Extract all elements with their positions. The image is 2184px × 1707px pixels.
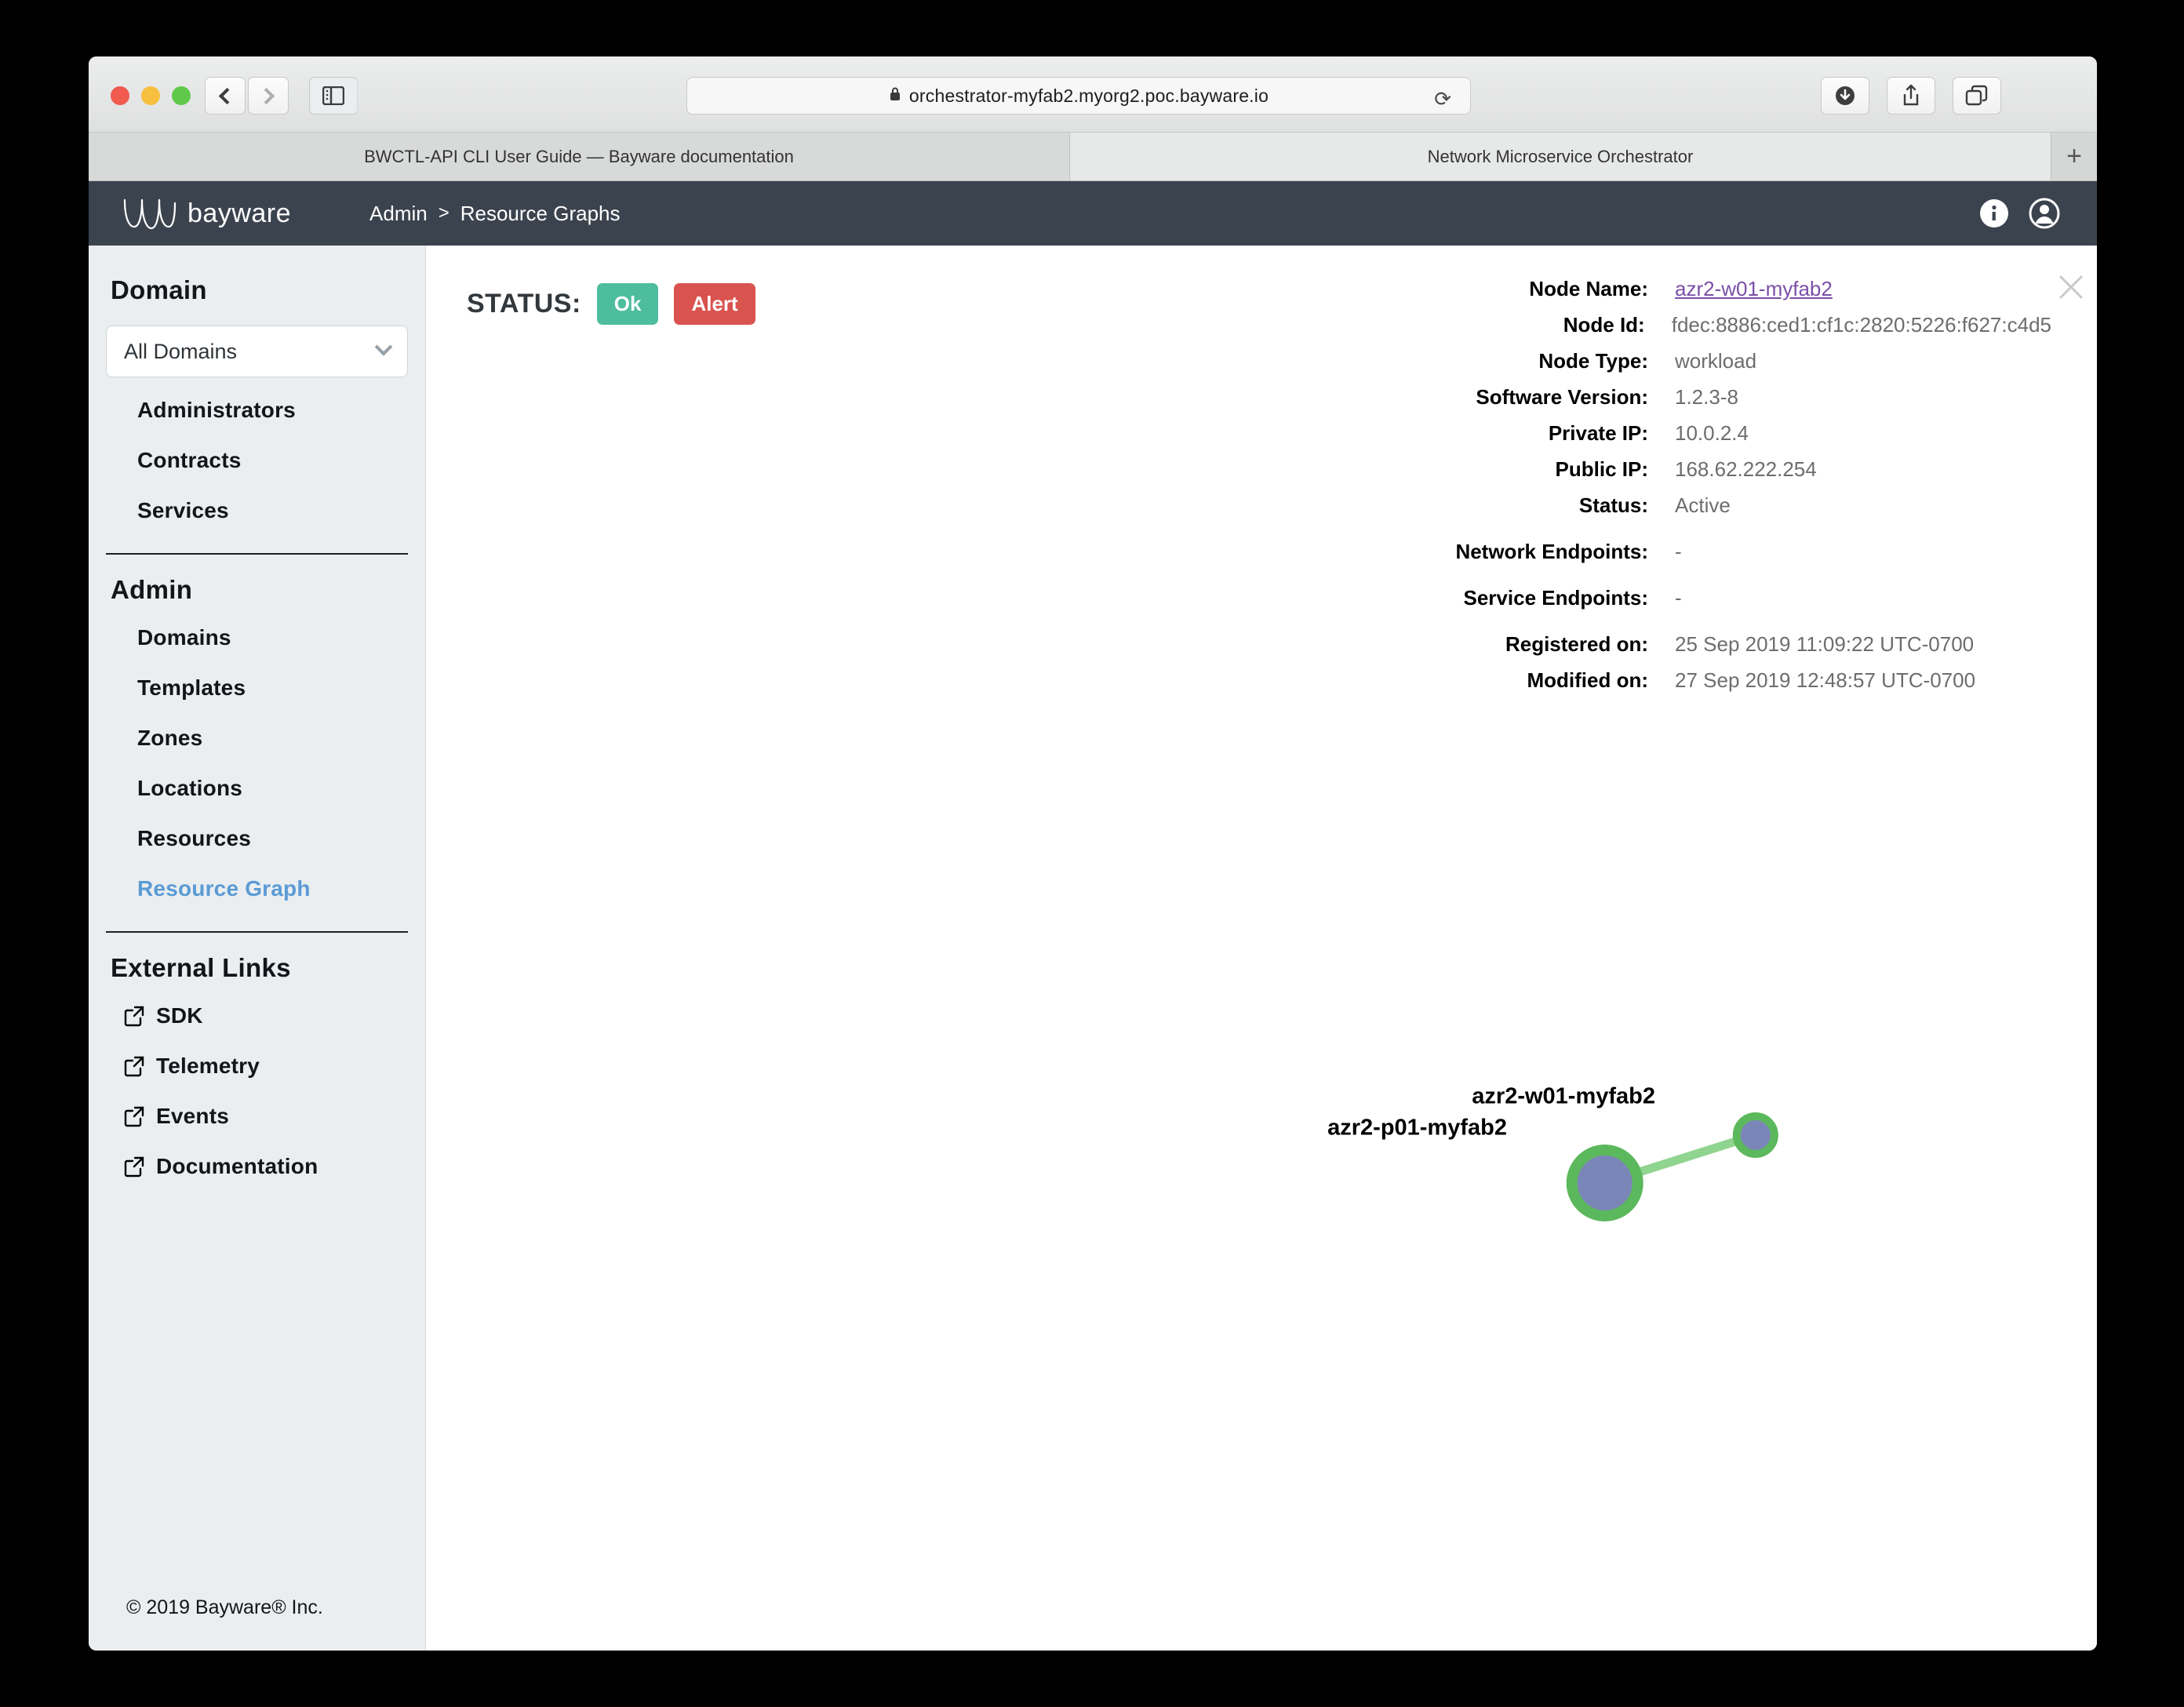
brand-logo[interactable]: bayware — [122, 195, 291, 231]
tab-title: Network Microservice Orchestrator — [1427, 146, 1694, 166]
sidebar-heading-external-links: External Links — [111, 953, 291, 982]
new-tab-button[interactable]: + — [2051, 133, 2097, 180]
tab-overview-icon — [1965, 85, 1988, 106]
back-button[interactable] — [205, 77, 246, 115]
sidebar-toggle-button[interactable] — [309, 77, 358, 115]
forward-arrow-icon — [257, 87, 275, 104]
external-link-icon — [124, 1106, 144, 1127]
breadcrumb-separator: > — [438, 202, 450, 224]
domain-select[interactable]: All Domains — [106, 326, 408, 377]
chevron-down-icon — [374, 338, 393, 356]
brand-name: bayware — [187, 198, 292, 228]
external-link-icon — [124, 1156, 144, 1177]
graph-node[interactable] — [1732, 1112, 1778, 1158]
url-host: orchestrator-myfab2.myorg2.poc.bayware.i… — [908, 85, 1269, 106]
domain-select-value: All Domains — [124, 339, 238, 363]
sidebar-divider-1 — [106, 553, 408, 555]
breadcrumb: Admin > Resource Graphs — [369, 202, 620, 226]
header-actions — [1978, 197, 2061, 230]
back-arrow-icon — [218, 87, 236, 104]
info-icon[interactable] — [1978, 197, 2011, 230]
sidebar-item-administrators[interactable]: Administrators — [89, 385, 425, 435]
share-button[interactable] — [1887, 77, 1935, 115]
window-controls — [111, 86, 191, 105]
reload-icon[interactable]: ⟳ — [1434, 87, 1451, 111]
sidebar-item-events[interactable]: Events — [89, 1091, 425, 1141]
downloads-button[interactable] — [1821, 77, 1869, 115]
sidebar-item-domains[interactable]: Domains — [89, 613, 425, 663]
page-body: Domain All Domains Administrators Contra… — [89, 246, 2097, 1651]
breadcrumb-current: Resource Graphs — [460, 201, 621, 225]
app-header: bayware Admin > Resource Graphs — [89, 181, 2097, 246]
user-account-icon[interactable] — [2028, 197, 2061, 230]
sidebar-item-resources[interactable]: Resources — [89, 813, 425, 864]
tab-overview-button[interactable] — [1953, 77, 2001, 115]
graph-node[interactable] — [1566, 1145, 1643, 1221]
browser-tab-docs[interactable]: BWCTL-API CLI User Guide — Bayware docum… — [89, 133, 1070, 180]
sidebar-item-resource-graph[interactable]: Resource Graph — [89, 864, 425, 914]
url-text: orchestrator-myfab2.myorg2.poc.bayware.i… — [889, 86, 1269, 107]
sidebar-item-label: Events — [156, 1104, 230, 1128]
resource-graph[interactable] — [426, 246, 2097, 1651]
sidebar-divider-2 — [106, 931, 408, 933]
sidebar: Domain All Domains Administrators Contra… — [89, 246, 426, 1651]
external-link-icon — [124, 1006, 144, 1027]
browser-window: orchestrator-myfab2.myorg2.poc.bayware.i… — [89, 56, 2097, 1651]
share-icon — [1903, 84, 1919, 106]
sidebar-item-documentation[interactable]: Documentation — [89, 1141, 425, 1192]
sidebar-item-label: SDK — [156, 1003, 203, 1028]
graph-node-label: azr2-p01-myfab2 — [1327, 1115, 1507, 1141]
sidebar-item-services[interactable]: Services — [89, 486, 425, 536]
tab-title: BWCTL-API CLI User Guide — Bayware docum… — [364, 146, 794, 166]
sidebar-item-label: Documentation — [156, 1154, 318, 1178]
browser-toolbar: orchestrator-myfab2.myorg2.poc.bayware.i… — [89, 56, 2097, 133]
main-content: STATUS: Ok Alert Node Name: azr2-w01-myfa… — [426, 246, 2097, 1651]
sidebar-toggle-icon — [322, 86, 344, 105]
external-link-icon — [124, 1056, 144, 1077]
bayware-wave-logo — [123, 198, 177, 230]
browser-tab-orchestrator[interactable]: Network Microservice Orchestrator — [1070, 133, 2051, 180]
breadcrumb-root[interactable]: Admin — [369, 202, 428, 226]
address-bar[interactable]: orchestrator-myfab2.myorg2.poc.bayware.i… — [686, 77, 1471, 115]
forward-button[interactable] — [248, 77, 289, 115]
close-window-button[interactable] — [111, 86, 129, 105]
tab-bar: BWCTL-API CLI User Guide — Bayware docum… — [89, 133, 2097, 181]
new-tab-label: + — [2066, 141, 2082, 171]
sidebar-item-telemetry[interactable]: Telemetry — [89, 1041, 425, 1091]
sidebar-copyright: © 2019 Bayware® Inc. — [126, 1596, 323, 1618]
sidebar-item-locations[interactable]: Locations — [89, 763, 425, 813]
sidebar-heading-admin: Admin — [111, 575, 193, 604]
sidebar-item-templates[interactable]: Templates — [89, 663, 425, 713]
graph-node-label: azr2-w01-myfab2 — [1472, 1083, 1655, 1109]
sidebar-item-label: Telemetry — [156, 1054, 260, 1078]
sidebar-item-sdk[interactable]: SDK — [89, 991, 425, 1041]
sidebar-heading-domain: Domain — [111, 275, 207, 304]
minimize-window-button[interactable] — [141, 86, 160, 105]
sidebar-item-contracts[interactable]: Contracts — [89, 435, 425, 486]
maximize-window-button[interactable] — [172, 86, 191, 105]
sidebar-item-zones[interactable]: Zones — [89, 713, 425, 763]
download-icon — [1836, 86, 1855, 105]
lock-icon — [889, 86, 901, 107]
